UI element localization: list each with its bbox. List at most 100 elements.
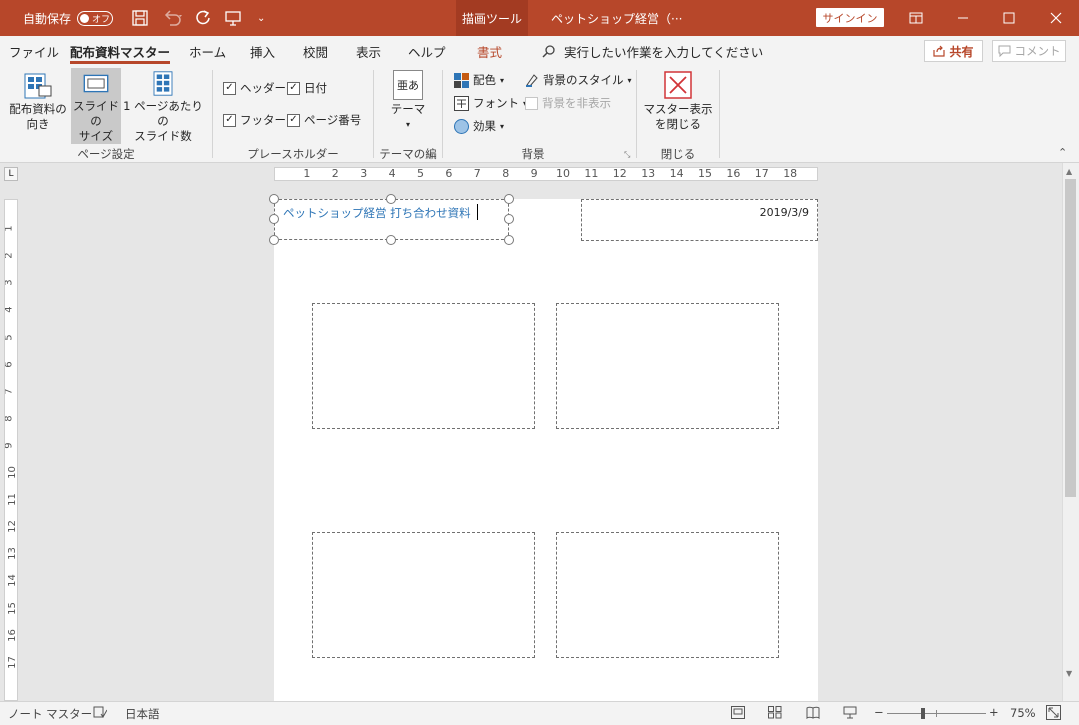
- tab-help[interactable]: ヘルプ: [408, 36, 446, 66]
- resize-handle[interactable]: [269, 194, 279, 204]
- horizontal-ruler[interactable]: 1 2 3 4 5 6 7 8 9 10 11 12 13 14 15 16 17 18: [274, 167, 818, 181]
- contextual-tab-drawing-tools: 描画ツール: [456, 0, 528, 36]
- header-checkbox[interactable]: ✓ ヘッダー: [223, 80, 286, 96]
- ruler-number: 3: [4, 279, 15, 286]
- fit-to-window-icon[interactable]: [1046, 705, 1061, 723]
- ruler-number: 1: [303, 167, 311, 180]
- zoom-slider-thumb[interactable]: [921, 708, 925, 719]
- date-placeholder[interactable]: 2019/3/9: [581, 199, 818, 241]
- ribbon-display-icon[interactable]: [893, 0, 939, 36]
- autosave[interactable]: 自動保存 オフ: [23, 0, 114, 36]
- ruler-number: 9: [4, 442, 15, 449]
- ruler-number: 4: [388, 167, 396, 180]
- notes-master-page[interactable]: ペットショップ経営 打ち合わせ資料 2019/3/9: [269, 194, 818, 701]
- slide-placeholder[interactable]: [312, 532, 535, 658]
- resize-handle[interactable]: [269, 235, 279, 245]
- orientation-icon: [24, 73, 52, 99]
- effects-button[interactable]: 効果 ▾: [454, 118, 504, 134]
- close-master-icon: [664, 71, 692, 99]
- zoom-out-button[interactable]: −: [874, 705, 884, 719]
- scroll-down-icon[interactable]: ▼: [1066, 669, 1072, 678]
- group-separator: [719, 70, 720, 158]
- close-master-label: マスター表示 を閉じる: [643, 102, 713, 131]
- normal-view-icon[interactable]: [731, 706, 745, 722]
- slide-placeholder[interactable]: [556, 532, 779, 658]
- zoom-slider[interactable]: [887, 708, 986, 719]
- background-styles-label: 背景のスタイル: [543, 73, 624, 87]
- slide-size-button[interactable]: スライドの サイズ: [71, 68, 121, 144]
- resize-handle[interactable]: [386, 235, 396, 245]
- ruler-number: 17: [754, 167, 769, 180]
- zoom-in-button[interactable]: +: [989, 705, 999, 719]
- scroll-thumb[interactable]: [1065, 179, 1076, 497]
- share-button[interactable]: 共有: [924, 40, 983, 62]
- tab-format[interactable]: 書式: [477, 36, 502, 66]
- comment-button[interactable]: コメント: [992, 40, 1066, 62]
- footer-check-icon: ✓: [223, 113, 236, 127]
- page-number-checkbox[interactable]: ✓ ページ番号: [287, 112, 361, 128]
- tab-review[interactable]: 校閲: [303, 36, 328, 66]
- hide-background-checkbox[interactable]: 背景を非表示: [525, 95, 611, 111]
- signin-button[interactable]: サインイン: [816, 8, 884, 27]
- effects-icon: [454, 118, 469, 134]
- slide-placeholder[interactable]: [312, 303, 535, 429]
- tell-me-search[interactable]: 実行したい作業を入力してください: [542, 36, 763, 66]
- theme-button[interactable]: 亜あ テーマ ▾: [385, 70, 431, 144]
- page-number-checkbox-label: ページ番号: [304, 113, 362, 127]
- tab-file[interactable]: ファイル: [9, 36, 59, 66]
- theme-icon: 亜あ: [393, 70, 423, 100]
- spellcheck-icon[interactable]: [93, 705, 108, 722]
- presentation-icon[interactable]: [224, 0, 242, 36]
- share-icon: [933, 45, 946, 57]
- slides-per-page-button[interactable]: 1 ページあたりの スライド数: [123, 70, 203, 144]
- close-window-icon[interactable]: [1033, 0, 1079, 36]
- autosave-toggle[interactable]: オフ: [77, 10, 114, 26]
- ruler-number: 13: [641, 167, 656, 180]
- ruler-number: 14: [6, 574, 18, 588]
- date-text[interactable]: 2019/3/9: [760, 206, 809, 219]
- minimize-icon[interactable]: [940, 0, 986, 36]
- slide-placeholder[interactable]: [556, 303, 779, 429]
- tab-view[interactable]: 表示: [356, 36, 381, 66]
- undo-icon[interactable]: [162, 0, 184, 36]
- colors-button[interactable]: 配色 ▾: [454, 72, 504, 88]
- footer-checkbox[interactable]: ✓ フッター: [223, 112, 286, 128]
- resize-handle[interactable]: [386, 194, 396, 204]
- vertical-ruler[interactable]: 1 2 3 4 5 6 7 8 9 10 11 12 13 14 15 16 17: [4, 199, 18, 701]
- qat-dropdown-icon[interactable]: ⌄: [257, 0, 265, 36]
- background-styles-button[interactable]: 背景のスタイル ▾: [525, 72, 632, 88]
- resize-handle[interactable]: [504, 235, 514, 245]
- tab-insert[interactable]: 挿入: [250, 36, 275, 66]
- fonts-button[interactable]: フォント▾: [454, 95, 527, 111]
- ruler-corner[interactable]: L: [4, 167, 18, 181]
- tab-handout-master[interactable]: 配布資料マスター: [70, 36, 171, 66]
- vertical-scrollbar[interactable]: ▲ ▼: [1062, 163, 1079, 701]
- close-master-view-button[interactable]: マスター表示 を閉じる: [643, 70, 713, 144]
- zoom-level[interactable]: 75%: [1010, 706, 1036, 720]
- hide-background-label: 背景を非表示: [542, 96, 611, 110]
- ruler-number: 4: [4, 306, 15, 314]
- save-icon[interactable]: [131, 0, 149, 36]
- header-text[interactable]: ペットショップ経営 打ち合わせ資料: [283, 205, 471, 221]
- collapse-ribbon-icon[interactable]: ⌃: [1058, 146, 1067, 159]
- date-checkbox[interactable]: ✓ 日付: [287, 80, 327, 96]
- document-title: ペットショップ経営（···: [551, 11, 683, 26]
- group-separator: [373, 70, 374, 158]
- group-label-page-setup: ページ設定: [77, 147, 135, 161]
- reading-view-icon[interactable]: [806, 706, 820, 722]
- slides-per-page-label: 1 ページあたりの スライド数: [123, 99, 203, 143]
- slideshow-icon[interactable]: [843, 706, 857, 722]
- header-placeholder[interactable]: ペットショップ経営 打ち合わせ資料: [274, 199, 509, 240]
- slide-sorter-icon[interactable]: [768, 706, 782, 722]
- redo-icon[interactable]: [194, 0, 212, 36]
- handout-orientation-button[interactable]: 配布資料の 向き: [8, 70, 68, 144]
- maximize-icon[interactable]: [986, 0, 1032, 36]
- resize-handle[interactable]: [504, 214, 514, 224]
- scroll-up-icon[interactable]: ▲: [1066, 167, 1072, 176]
- language[interactable]: 日本語: [125, 706, 160, 722]
- resize-handle[interactable]: [269, 214, 279, 224]
- background-dialog-launcher-icon[interactable]: ⤡: [624, 150, 630, 160]
- resize-handle[interactable]: [504, 194, 514, 204]
- ruler-number: 1: [4, 225, 15, 232]
- tab-home[interactable]: ホーム: [189, 36, 226, 66]
